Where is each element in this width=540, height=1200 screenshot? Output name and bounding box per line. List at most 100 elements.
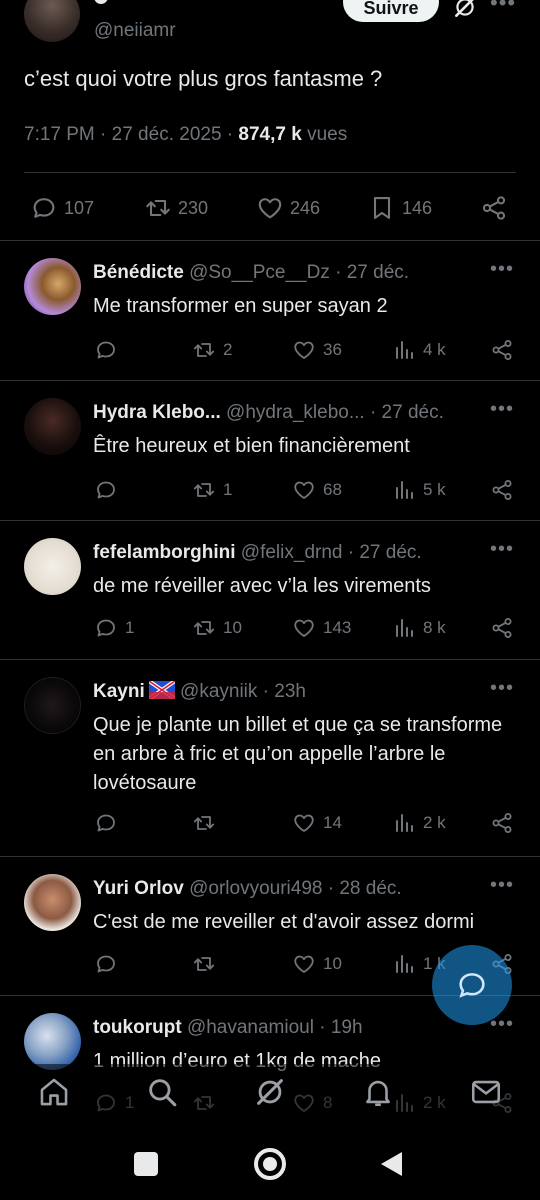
like-icon xyxy=(292,952,316,976)
reply-action-bar: 1 68 5 k xyxy=(0,478,540,508)
avatar[interactable] xyxy=(24,874,81,931)
avatar[interactable] xyxy=(24,258,81,315)
reply-author-handle[interactable]: @havanamioul xyxy=(187,1017,314,1038)
avatar[interactable] xyxy=(24,398,81,455)
views-count: 5 k xyxy=(423,480,446,499)
tab-search[interactable] xyxy=(142,1072,182,1112)
more-icon[interactable]: ••• xyxy=(490,874,514,897)
home-button[interactable] xyxy=(254,1148,286,1180)
reply-author-handle[interactable]: @hydra_klebo... xyxy=(226,402,365,423)
like-button[interactable]: 143 xyxy=(292,616,351,640)
repost-icon xyxy=(192,478,216,502)
avatar[interactable] xyxy=(24,677,81,734)
reply-date: · 27 déc. xyxy=(364,402,444,423)
repost-count: 1 xyxy=(223,480,233,499)
like-button[interactable]: 36 xyxy=(292,338,342,362)
post-meta: 7:17 PM · 27 déc. 2025 · 874,7 k vues xyxy=(24,124,347,146)
reply-author-name[interactable]: toukorupt xyxy=(93,1017,182,1038)
recents-button[interactable] xyxy=(134,1152,158,1176)
reply-button[interactable] xyxy=(94,811,125,835)
messages-icon xyxy=(471,1080,501,1104)
reply-header: Kayni @kayniik · 23h xyxy=(93,681,306,703)
reply-author-handle[interactable]: @kayniik xyxy=(180,681,257,702)
avatar[interactable] xyxy=(24,1013,81,1070)
share-button[interactable] xyxy=(490,616,514,640)
like-button[interactable]: 68 xyxy=(292,478,342,502)
bookmark-count: 146 xyxy=(402,197,433,218)
reply-author-name[interactable]: Yuri Orlov xyxy=(93,878,184,899)
share-button[interactable] xyxy=(490,478,514,502)
reply-author-name[interactable]: Bénédicte xyxy=(93,262,184,283)
more-icon[interactable]: ••• xyxy=(490,258,514,281)
like-button[interactable]: 14 xyxy=(292,811,342,835)
system-navigation-bar xyxy=(0,1122,540,1200)
like-button[interactable]: 10 xyxy=(292,952,342,976)
reply-author-handle[interactable]: @orlovyouri498 xyxy=(189,878,322,899)
tab-home[interactable] xyxy=(34,1072,74,1112)
author-avatar[interactable] xyxy=(24,0,80,42)
reply-button[interactable] xyxy=(94,338,125,362)
tab-messages[interactable] xyxy=(466,1072,506,1112)
share-button[interactable] xyxy=(490,338,514,362)
repost-button[interactable]: 230 xyxy=(144,194,208,222)
share-icon xyxy=(480,194,508,222)
tab-notifications[interactable] xyxy=(358,1072,398,1112)
views-icon xyxy=(392,338,416,362)
views-count: 8 k xyxy=(423,618,446,637)
notifications-icon xyxy=(366,1080,390,1107)
views-button[interactable]: 8 k xyxy=(392,616,446,640)
reply-author-name[interactable]: Kayni xyxy=(93,681,145,702)
post-text: c’est quoi votre plus gros fantasme ? xyxy=(24,66,383,91)
repost-button[interactable] xyxy=(192,952,223,976)
reply-button[interactable]: 107 xyxy=(30,194,94,222)
views-icon xyxy=(392,952,416,976)
reply-button[interactable] xyxy=(94,952,125,976)
reply-button[interactable] xyxy=(94,478,125,502)
tab-grok[interactable] xyxy=(250,1072,290,1112)
like-button[interactable]: 246 xyxy=(256,194,320,222)
repost-button[interactable]: 10 xyxy=(192,616,242,640)
grok-icon[interactable] xyxy=(452,0,478,20)
views-button[interactable]: 5 k xyxy=(392,478,446,502)
compose-button[interactable] xyxy=(432,945,512,1025)
reply-author-handle[interactable]: @So__Pce__Dz xyxy=(189,262,330,283)
share-icon xyxy=(490,478,514,502)
author-handle[interactable]: @neiiamr xyxy=(94,20,176,42)
share-icon xyxy=(490,811,514,835)
grok-icon xyxy=(257,1079,283,1105)
share-button[interactable] xyxy=(490,811,514,835)
compose-icon xyxy=(459,973,485,998)
back-icon[interactable] xyxy=(378,1150,404,1178)
more-icon[interactable]: ••• xyxy=(490,677,514,700)
reply-author-name[interactable]: Hydra Klebo... xyxy=(93,402,221,423)
post-header: @neiiamr Suivre ••• xyxy=(0,0,540,56)
reply-author-name[interactable]: fefelamborghini xyxy=(93,542,236,563)
follow-button[interactable]: Suivre xyxy=(343,0,439,22)
share-icon xyxy=(490,338,514,362)
like-count: 246 xyxy=(290,197,321,218)
reply-date: · 23h xyxy=(257,681,306,702)
reply-header: toukorupt @havanamioul · 19h xyxy=(93,1017,363,1039)
reply-button[interactable]: 1 xyxy=(94,616,134,640)
reply-text: Être heureux et bien financièrement xyxy=(93,435,410,457)
reply-icon xyxy=(94,616,118,640)
repost-button[interactable]: 2 xyxy=(192,338,232,362)
bottom-tab-bar xyxy=(0,1064,540,1122)
more-icon[interactable]: ••• xyxy=(490,538,514,561)
bookmark-icon xyxy=(368,194,396,222)
views-button[interactable]: 2 k xyxy=(392,811,446,835)
reply-action-bar: 14 2 k xyxy=(0,811,540,841)
reply-author-handle[interactable]: @felix_drnd xyxy=(241,542,343,563)
repost-button[interactable] xyxy=(192,811,223,835)
repost-icon xyxy=(144,194,172,222)
share-button[interactable] xyxy=(480,194,508,222)
views-count[interactable]: 874,7 k xyxy=(238,124,301,145)
views-button[interactable]: 4 k xyxy=(392,338,446,362)
like-count: 143 xyxy=(323,618,352,637)
more-icon[interactable]: ••• xyxy=(490,0,516,16)
bookmark-button[interactable]: 146 xyxy=(368,194,432,222)
more-icon[interactable]: ••• xyxy=(490,398,514,421)
repost-icon xyxy=(192,616,216,640)
repost-button[interactable]: 1 xyxy=(192,478,232,502)
avatar[interactable] xyxy=(24,538,81,595)
